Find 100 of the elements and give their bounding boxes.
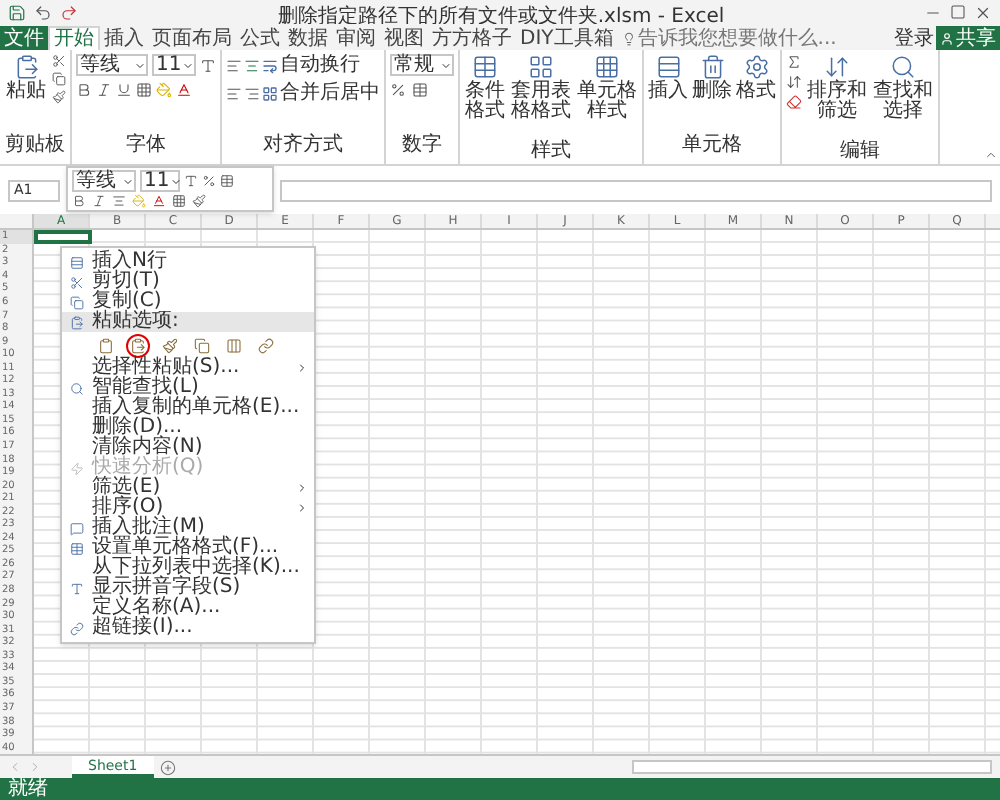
accounting-icon[interactable] — [412, 82, 428, 98]
style-button[interactable]: 单元格样式 — [576, 54, 638, 122]
menu-item[interactable]: 删除(D)... — [62, 418, 314, 438]
wrap-icon — [262, 57, 278, 73]
menu-item[interactable]: 从下拉列表中选择(K)... — [62, 558, 314, 578]
bold-icon[interactable] — [76, 82, 92, 98]
underline-icon[interactable] — [116, 82, 132, 98]
bold-icon[interactable] — [72, 194, 86, 208]
wrap-text-button[interactable]: 自动换行 — [262, 54, 360, 76]
paste-option-icon[interactable] — [190, 333, 214, 357]
menu-item[interactable]: 显示拼音字段(S) — [62, 578, 314, 598]
menu-item[interactable]: 插入批注(M) — [62, 518, 314, 538]
format-painter-icon[interactable] — [52, 90, 66, 104]
menu-item[interactable]: 复制(C) — [62, 292, 314, 312]
merge-center-button[interactable]: 合并后居中 — [262, 82, 380, 104]
fill-icon[interactable] — [786, 74, 802, 90]
menu-item[interactable]: 超链接(I)... — [62, 618, 314, 638]
menu-item[interactable]: 插入N行 — [62, 252, 314, 272]
borders-icon[interactable] — [136, 82, 152, 98]
sum-icon[interactable] — [786, 54, 802, 70]
clear-icon[interactable] — [786, 94, 802, 110]
italic-icon[interactable] — [92, 194, 106, 208]
share-button[interactable]: 共享 — [936, 26, 1000, 50]
paste-button[interactable]: 粘贴 — [4, 54, 48, 102]
ribbon-tab[interactable]: 开始 — [48, 26, 100, 50]
font-color-icon[interactable] — [176, 82, 192, 98]
number-format-field[interactable]: 常规 — [390, 54, 454, 76]
formula-field[interactable] — [280, 179, 992, 201]
align-left-icon[interactable] — [226, 85, 242, 101]
font-name-field[interactable]: 等线 — [72, 170, 136, 192]
ribbon-tab[interactable]: 方方格子 — [428, 26, 516, 50]
menu-item[interactable]: 定义名称(A)... — [62, 598, 314, 618]
menu-item[interactable]: 筛选(E) — [62, 478, 314, 498]
menu-item[interactable]: 剪切(T) — [62, 272, 314, 292]
maximize-icon[interactable] — [950, 4, 966, 20]
search-icon — [70, 381, 84, 395]
menu-item[interactable]: 排序(O) — [62, 498, 314, 518]
undo-icon[interactable] — [34, 3, 52, 21]
add-sheet-icon[interactable] — [159, 759, 176, 775]
font-size: 11 — [156, 54, 182, 76]
italic-icon[interactable] — [96, 82, 112, 98]
ribbon-tab[interactable]: 数据 — [284, 26, 332, 50]
editing-button[interactable]: 查找和选择 — [872, 54, 934, 122]
cell-button[interactable]: 删除 — [692, 54, 732, 102]
sign-in-link[interactable]: 登录 — [892, 26, 936, 50]
menu-item[interactable]: 粘贴选项: — [62, 312, 314, 332]
ribbon-tab[interactable]: 页面布局 — [148, 26, 236, 50]
collapse-ribbon-icon[interactable] — [984, 148, 998, 162]
fill-color-icon[interactable] — [132, 194, 146, 208]
font-size: 11 — [144, 170, 170, 192]
paste-option-icon[interactable] — [94, 333, 118, 357]
paste-option-icon[interactable] — [126, 333, 150, 357]
search-field[interactable]: 告诉我您想要做什么... — [637, 27, 850, 49]
paste-option-icon[interactable] — [158, 333, 182, 357]
redo-icon[interactable] — [60, 3, 78, 21]
percent-icon[interactable] — [390, 82, 406, 98]
align-right-icon[interactable] — [244, 85, 260, 101]
cell-button[interactable]: 格式 — [736, 54, 776, 102]
paste-option-icon[interactable] — [222, 333, 246, 357]
ribbon-tab[interactable]: 审阅 — [332, 26, 380, 50]
align-top-icon[interactable] — [226, 57, 242, 73]
align-middle-icon[interactable] — [244, 57, 260, 73]
close-icon[interactable] — [974, 3, 992, 21]
font-name-field[interactable]: 等线 — [76, 54, 148, 76]
ribbon-tab[interactable]: 公式 — [236, 26, 284, 50]
horizontal-scrollbar[interactable] — [632, 760, 992, 774]
copy-icon[interactable] — [52, 72, 66, 86]
trash-icon — [699, 54, 725, 80]
number-format: 常规 — [394, 54, 434, 76]
menu-item[interactable]: 设置单元格格式(F)... — [62, 538, 314, 558]
menu-item[interactable]: 选择性粘贴(S)... — [62, 358, 314, 378]
ribbon-tab[interactable]: 视图 — [380, 26, 428, 50]
save-icon[interactable] — [8, 3, 26, 21]
table-icon — [472, 54, 498, 80]
status-text: 就绪 — [8, 778, 48, 800]
ribbon-tab[interactable]: 文件 — [0, 26, 48, 50]
menu-item[interactable]: 清除内容(N) — [62, 438, 314, 458]
format-painter-icon[interactable] — [192, 194, 206, 208]
grow-font-icon[interactable] — [200, 57, 216, 73]
fill-color-icon[interactable] — [156, 82, 172, 98]
cut-icon[interactable] — [52, 54, 66, 68]
font-color-icon[interactable] — [152, 194, 166, 208]
ribbon-tab[interactable]: 插入 — [100, 26, 148, 50]
table-icon — [70, 541, 84, 555]
paste-option-icon[interactable] — [254, 333, 278, 357]
cell-button[interactable]: 插入 — [648, 54, 688, 102]
borders-icon[interactable] — [172, 194, 186, 208]
editing-button[interactable]: 排序和筛选 — [806, 54, 868, 122]
merge-icon — [262, 85, 278, 101]
style-button[interactable]: 条件格式 — [464, 54, 506, 122]
menu-item[interactable]: 插入复制的单元格(E)... — [62, 398, 314, 418]
align-center-icon[interactable] — [112, 194, 126, 208]
style-button[interactable]: 套用表格格式 — [510, 54, 572, 122]
percent-icon[interactable] — [202, 174, 216, 188]
font-size-field[interactable]: 11 — [140, 170, 180, 192]
menu-item[interactable]: 智能查找(L) — [62, 378, 314, 398]
format-icon[interactable] — [220, 174, 234, 188]
ribbon-tab[interactable]: DIY工具箱 — [516, 26, 618, 50]
grow-font-icon[interactable] — [184, 174, 198, 188]
font-size-field[interactable]: 11 — [152, 54, 196, 76]
